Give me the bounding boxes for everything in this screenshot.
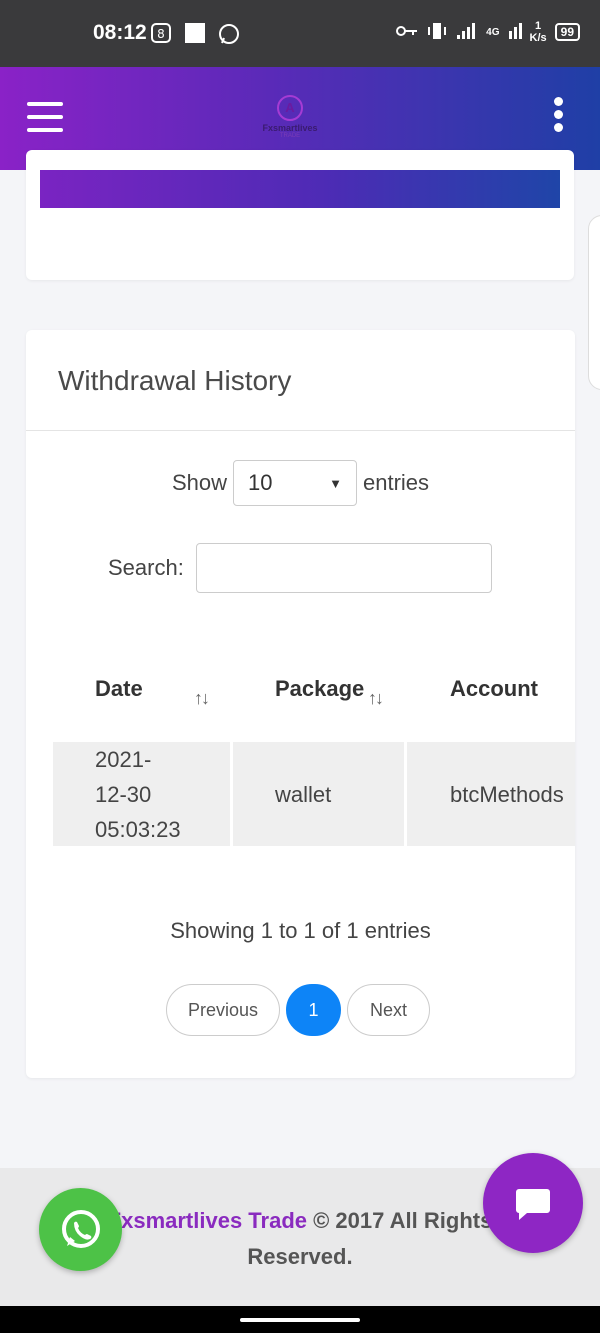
- column-header-date[interactable]: Date: [95, 676, 143, 702]
- status-time: 08:12: [93, 21, 147, 44]
- entries-select-value: 10: [248, 470, 273, 495]
- home-indicator[interactable]: [240, 1318, 360, 1322]
- site-logo[interactable]: A Fxsmartlives TRADE: [257, 95, 323, 145]
- table-cell-account: btcMethods: [407, 742, 575, 846]
- whatsapp-status-icon: [217, 22, 241, 51]
- chevron-down-icon: ▼: [329, 475, 342, 491]
- column-header-account[interactable]: Account: [450, 676, 538, 702]
- system-nav-bar: [0, 1306, 600, 1333]
- whatsapp-icon: [61, 1209, 100, 1248]
- table-cell-package: wallet: [233, 742, 404, 846]
- vibrate-icon: [426, 21, 448, 44]
- previous-card-banner: [40, 170, 560, 208]
- table-cell-date: 2021- 12-30 05:03:23: [53, 742, 230, 846]
- sim-icon: 8: [150, 22, 172, 49]
- entries-label: entries: [363, 470, 430, 495]
- withdrawal-history-card: Withdrawal History Show 10 ▼ entries Sea…: [26, 330, 575, 1078]
- card-title: Withdrawal History: [58, 365, 292, 396]
- signal-4g-icon: [508, 21, 522, 44]
- entries-length-control: Show 10 ▼ entries: [26, 460, 575, 506]
- show-label: Show: [171, 470, 227, 495]
- logo-text: Fxsmartlives: [262, 123, 318, 133]
- logo-emblem-icon: A: [277, 95, 303, 121]
- logo-subtext: TRADE: [279, 133, 301, 139]
- network-type: 4G: [486, 26, 500, 38]
- column-header-package[interactable]: Package: [275, 676, 364, 702]
- battery-icon: 99: [554, 23, 580, 41]
- sort-icon[interactable]: ↑↓: [194, 688, 210, 709]
- data-speed: 1 K/s: [529, 20, 547, 44]
- live-chat-button[interactable]: [483, 1153, 583, 1253]
- search-input[interactable]: [195, 543, 492, 593]
- next-button[interactable]: Next: [347, 984, 430, 1036]
- previous-button[interactable]: Previous: [166, 984, 280, 1036]
- whatsapp-button[interactable]: [39, 1188, 122, 1271]
- signal-icon: [456, 21, 478, 44]
- divider: [26, 430, 575, 431]
- entries-select[interactable]: 10 ▼: [233, 460, 357, 506]
- svg-text:8: 8: [157, 27, 165, 41]
- menu-icon[interactable]: [27, 102, 63, 132]
- chat-bubble-icon: [516, 1189, 550, 1220]
- square-icon: [184, 22, 206, 49]
- footer-brand-link[interactable]: Fxsmartlives Trade: [108, 1208, 307, 1233]
- search-label: Search:: [108, 555, 184, 580]
- sort-icon[interactable]: ↑↓: [368, 688, 384, 709]
- side-drawer-handle[interactable]: [588, 215, 600, 390]
- more-options-icon[interactable]: [554, 97, 566, 137]
- page-1-button[interactable]: 1: [286, 984, 341, 1036]
- status-bar: 08:12 8 4G 1 K/s 99: [0, 0, 600, 67]
- key-icon: [396, 24, 418, 41]
- search-control: Search:: [108, 543, 492, 593]
- table-info: Showing 1 to 1 of 1 entries: [170, 918, 431, 943]
